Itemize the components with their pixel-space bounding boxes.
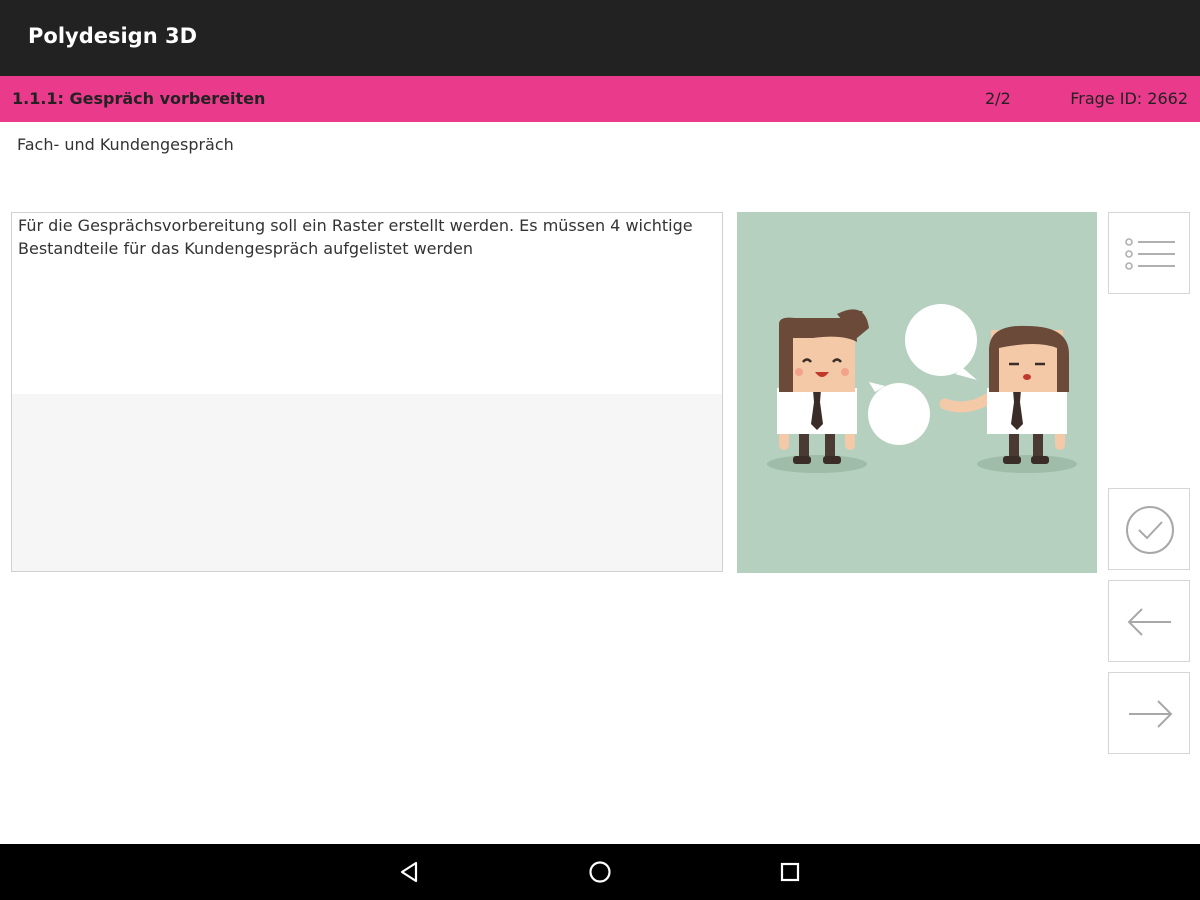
section-subtitle: Fach- und Kundengespräch [17,135,234,154]
square-recents-icon[interactable] [776,858,804,886]
arrow-left-icon [1127,608,1171,636]
question-text: Für die Gesprächsvorbereitung soll ein R… [18,216,693,258]
check-answer-button[interactable] [1108,488,1190,570]
previous-question-button[interactable] [1108,580,1190,662]
category-bar: 1.1.1: Gespräch vorbereiten 2/2 Frage ID… [0,76,1200,122]
question-list-button[interactable] [1108,212,1190,294]
system-nav-bar [0,844,1200,900]
category-title: 1.1.1: Gespräch vorbereiten [12,89,266,108]
conversation-illustration-art [767,304,1077,473]
question-box[interactable]: Für die Gesprächsvorbereitung soll ein R… [11,212,723,572]
check-circle-icon [1126,506,1174,554]
list-icon [1125,238,1175,270]
next-question-button[interactable] [1108,672,1190,754]
conversation-illustration [737,212,1097,573]
question-id: Frage ID: 2662 [1070,89,1188,108]
app-bar: Polydesign 3D [0,0,1200,76]
app-title: Polydesign 3D [28,24,198,48]
question-progress: 2/2 [985,89,1011,108]
triangle-back-icon[interactable] [396,858,424,886]
circle-home-icon[interactable] [586,858,614,886]
answer-area[interactable] [12,394,722,571]
arrow-right-icon [1129,700,1173,728]
